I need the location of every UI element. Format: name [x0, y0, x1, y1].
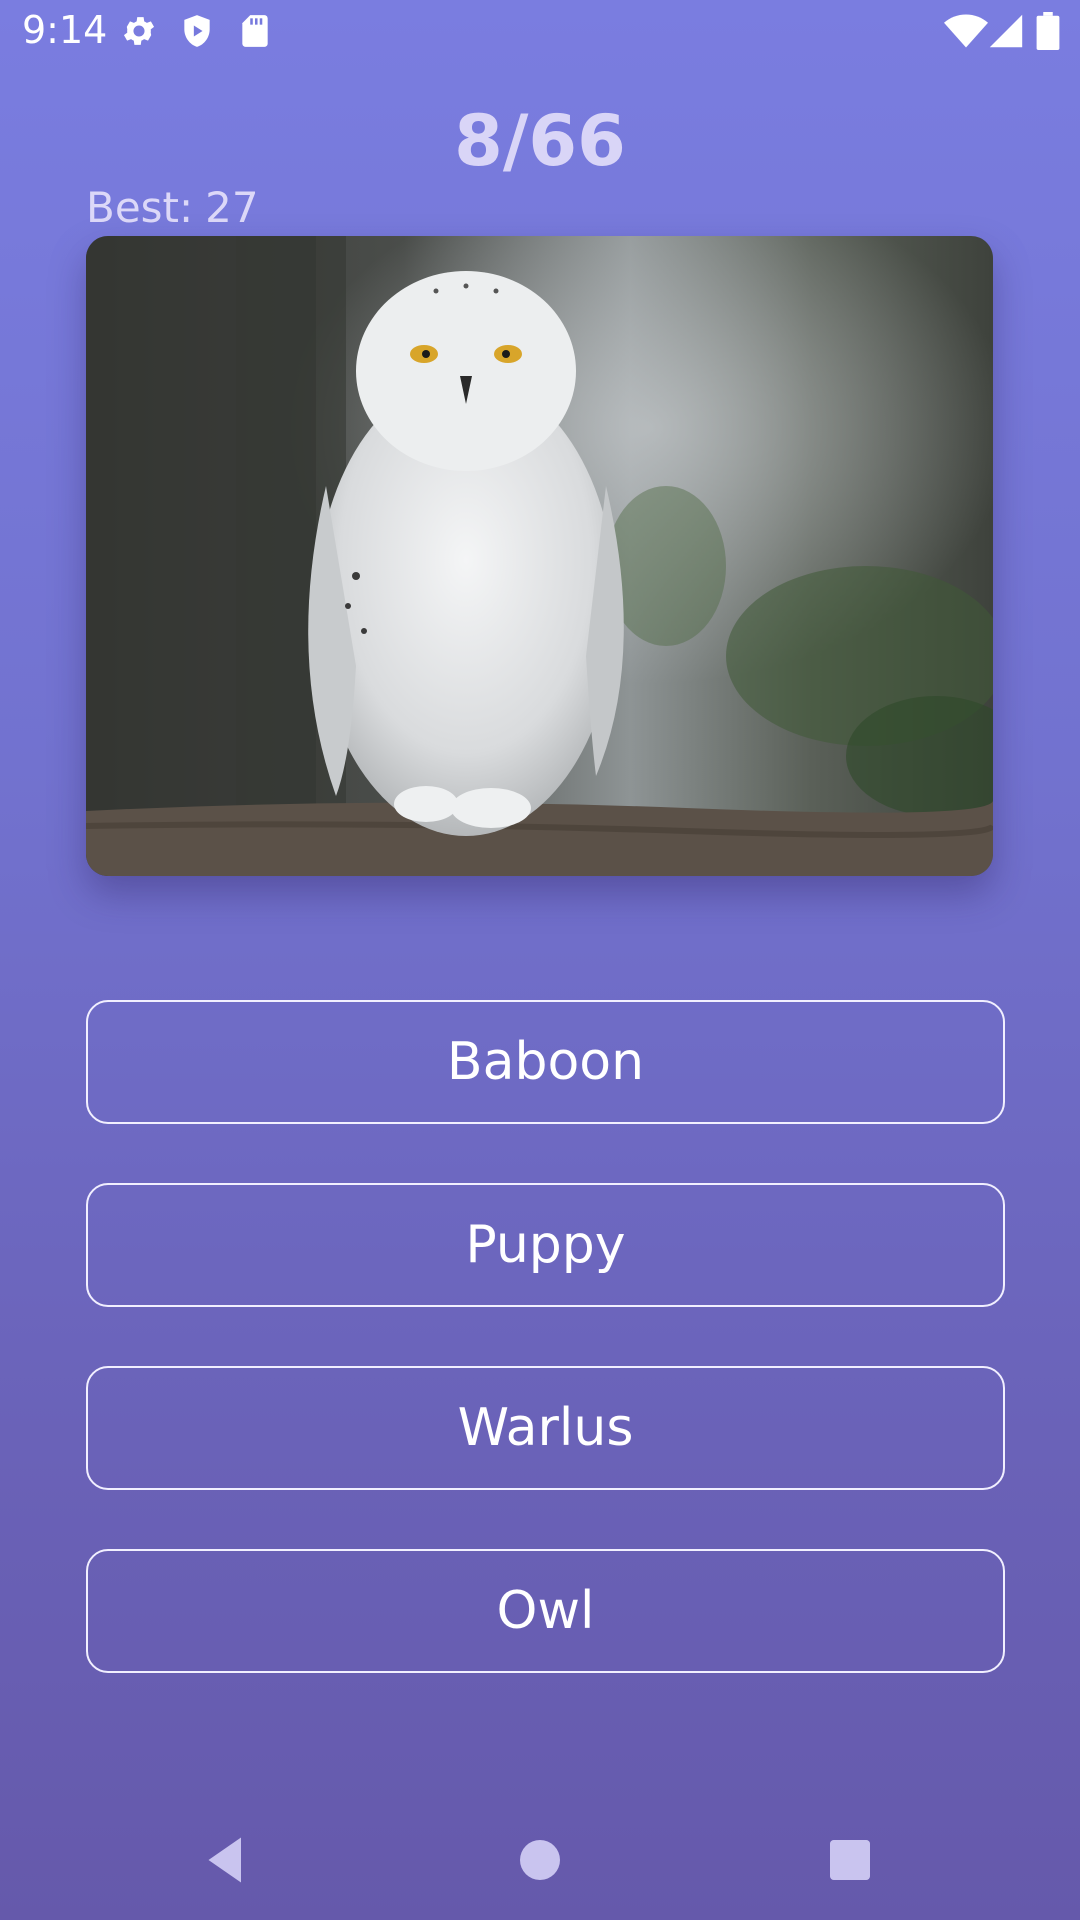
- home-icon[interactable]: [510, 1830, 570, 1890]
- shield-play-icon: [178, 12, 216, 50]
- answer-options: Baboon Puppy Warlus Owl: [86, 1000, 1005, 1732]
- wifi-icon: [944, 12, 988, 54]
- navigation-bar: [0, 1800, 1080, 1920]
- progress-counter: 8/66: [454, 100, 626, 182]
- signal-icon: [988, 12, 1024, 54]
- best-score-label: Best:: [86, 183, 194, 232]
- answer-button-baboon[interactable]: Baboon: [86, 1000, 1005, 1124]
- back-icon[interactable]: [196, 1830, 256, 1890]
- gear-icon: [120, 12, 158, 50]
- best-score-value: 27: [205, 183, 259, 232]
- recents-icon[interactable]: [820, 1830, 880, 1890]
- sd-card-icon: [236, 12, 274, 50]
- status-time: 9:14: [22, 8, 108, 52]
- best-score: Best: 27: [86, 183, 259, 232]
- answer-button-warlus[interactable]: Warlus: [86, 1366, 1005, 1490]
- quiz-photo: [86, 236, 993, 876]
- owl-photo: [86, 236, 993, 876]
- answer-button-owl[interactable]: Owl: [86, 1549, 1005, 1673]
- status-bar: 9:14: [0, 0, 1080, 62]
- answer-button-puppy[interactable]: Puppy: [86, 1183, 1005, 1307]
- battery-icon: [1036, 12, 1060, 54]
